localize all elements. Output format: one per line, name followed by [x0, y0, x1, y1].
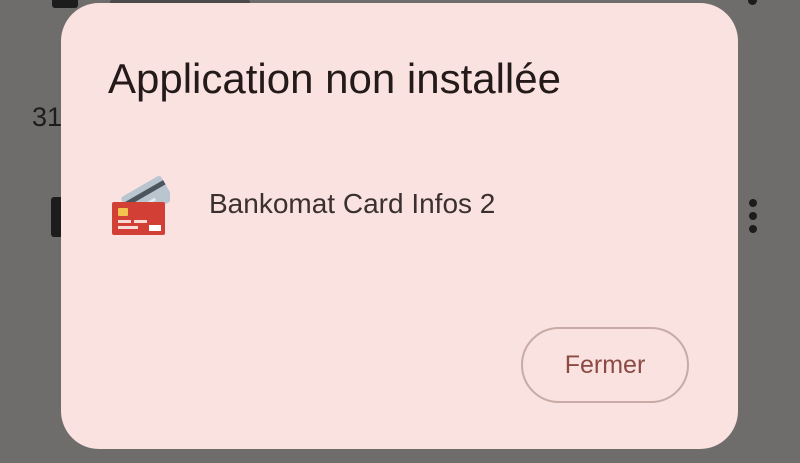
app-not-installed-dialog: Application non installée Bankomat Card … [61, 3, 738, 449]
more-vert-icon [749, 199, 757, 233]
credit-card-icon [110, 166, 173, 236]
close-button[interactable]: Fermer [521, 327, 689, 403]
background-more-icon [748, 0, 757, 5]
background-app-icon [52, 0, 78, 8]
background-list-number: 31 [32, 102, 63, 132]
dialog-title: Application non installée [108, 55, 561, 102]
app-name: Bankomat Card Infos 2 [209, 188, 496, 219]
screen: 31 Application non installée Bankomat Ca… [0, 0, 800, 463]
